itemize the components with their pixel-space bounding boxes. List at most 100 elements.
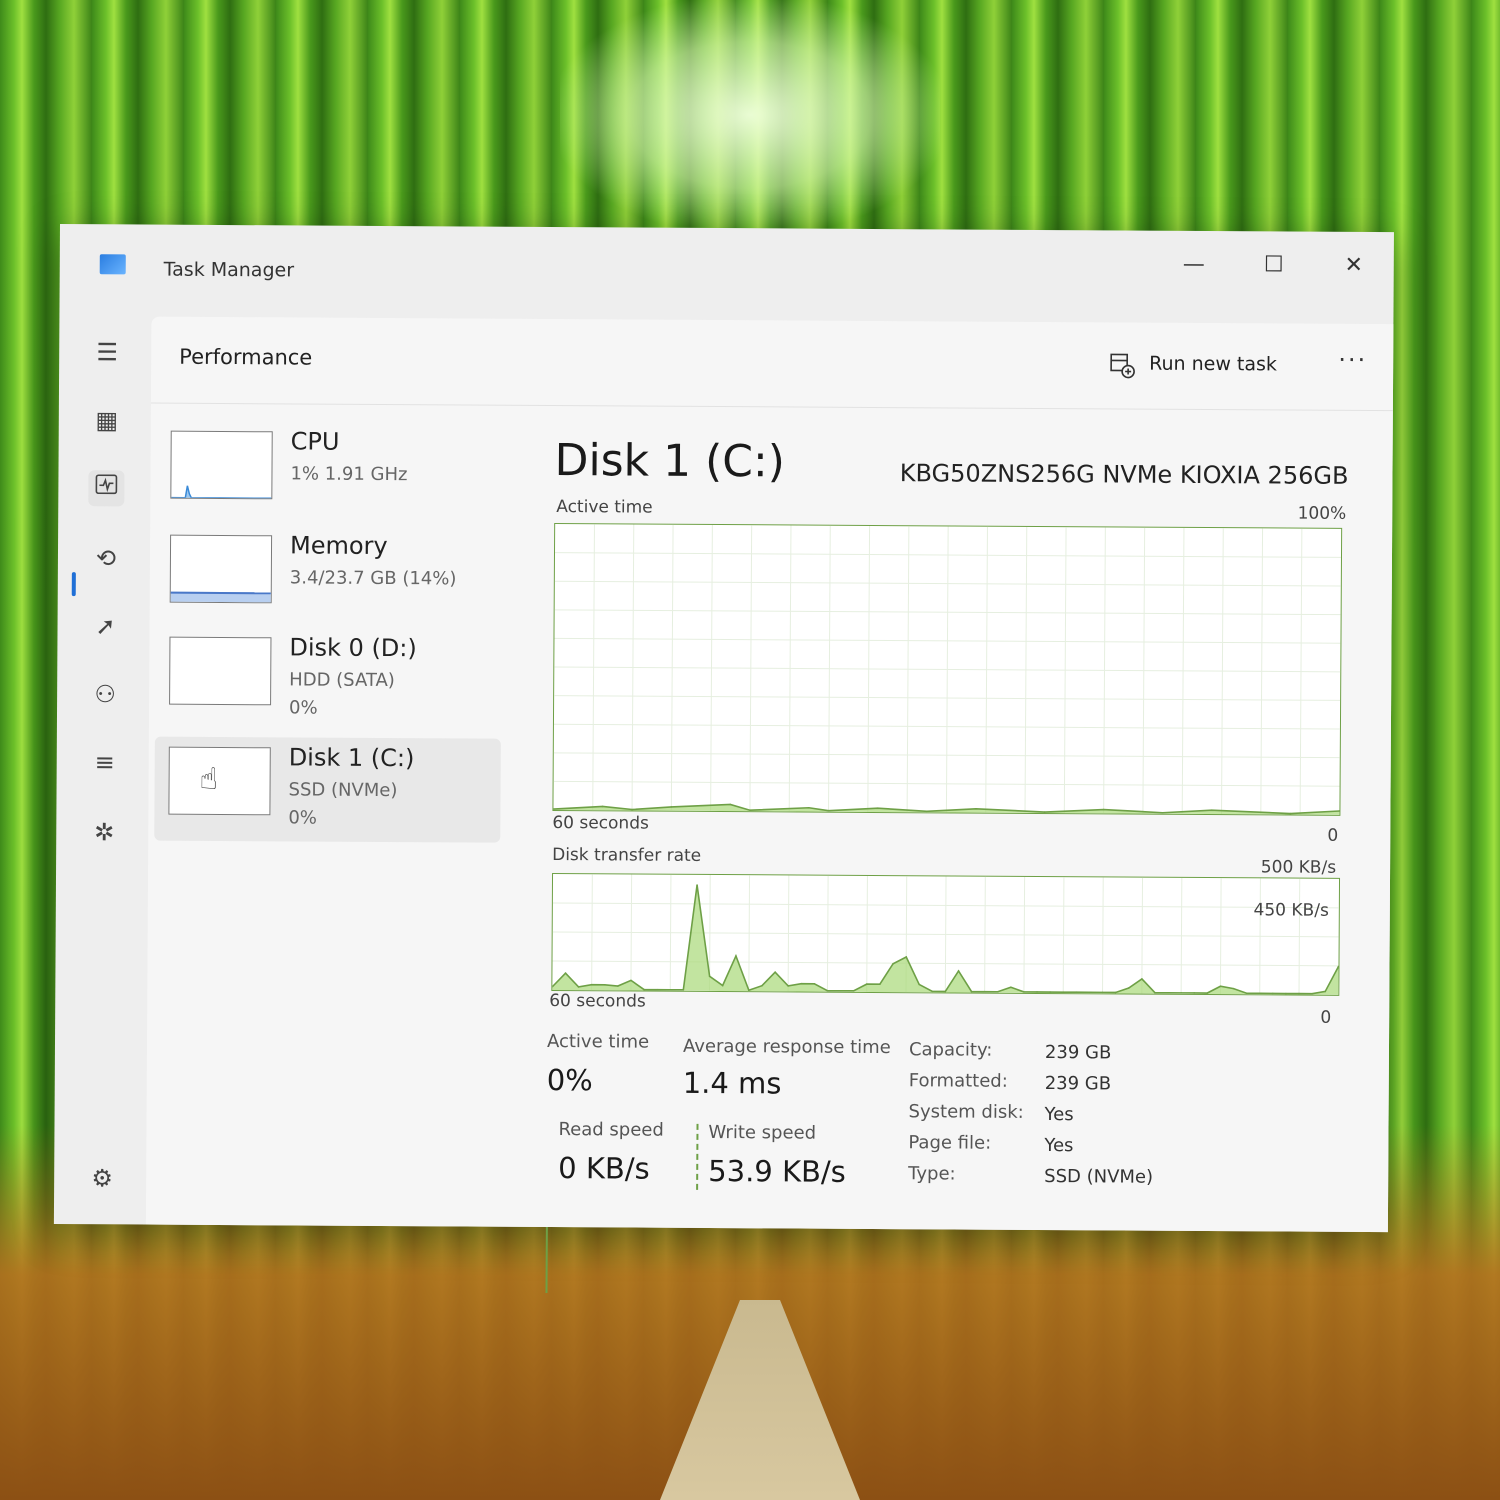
write-speed-label: Write speed (708, 1121, 817, 1144)
transfer-rate-point (1062, 991, 1065, 993)
transfer-rate-point (643, 988, 645, 991)
startup-icon[interactable]: ➚ (87, 608, 123, 644)
background-path (660, 1300, 860, 1500)
transfer-rate-graph-max: 500 KB/s (1260, 857, 1337, 878)
active-time-point (1289, 812, 1292, 815)
transfer-rate-point (826, 989, 829, 992)
transfer-rate-point (1167, 991, 1169, 994)
transfer-rate-point (696, 884, 698, 886)
transfer-rate-point (1023, 991, 1025, 993)
active-time-point (601, 805, 604, 808)
services-icon[interactable]: ✲ (86, 814, 122, 850)
transfer-rate-point (1219, 985, 1222, 988)
transfer-rate-point (800, 982, 803, 985)
type-value: SSD (NVMe) (1044, 1166, 1154, 1188)
transfer-rate-point (590, 983, 593, 986)
active-time-value: 0% (546, 1062, 593, 1098)
device-subtitle: 3.4/23.7 GB (14%) (289, 567, 457, 590)
page-file-value: Yes (1044, 1135, 1074, 1157)
performance-icon[interactable] (88, 470, 125, 507)
users-icon[interactable]: ⚇ (87, 676, 123, 712)
processes-icon[interactable]: ▦ (89, 402, 125, 438)
task-manager-window: Task Manager — ☐ ✕ ☰ ▦ ⟲ ➚ ⚇ ≡ ✲ ⚙ Perfo… (53, 224, 1394, 1293)
transfer-rate-point (1101, 991, 1104, 994)
maximize-button[interactable]: ☐ (1244, 245, 1304, 285)
details-icon[interactable]: ≡ (87, 744, 123, 780)
transfer-rate-graph-label: Disk transfer rate (552, 845, 702, 866)
transfer-rate-point (1298, 992, 1300, 995)
run-new-task-button[interactable]: Run new task (1149, 353, 1277, 376)
app-title: Task Manager (163, 258, 295, 282)
page-file-label: Page file: (908, 1132, 992, 1154)
settings-icon[interactable]: ⚙ (84, 1160, 120, 1196)
transfer-rate-point (1088, 991, 1091, 994)
header-divider (150, 402, 1393, 412)
minimize-button[interactable]: — (1164, 245, 1224, 285)
transfer-rate-point (1180, 992, 1182, 994)
run-task-icon (1109, 352, 1135, 384)
active-time-point (729, 803, 732, 806)
transfer-rate-point (931, 990, 934, 993)
transfer-rate-point (1285, 992, 1287, 995)
transfer-rate-point (735, 955, 737, 957)
write-speed-indicator (696, 1123, 699, 1190)
system-disk-value: Yes (1044, 1104, 1074, 1126)
transfer-rate-point (603, 983, 606, 986)
transfer-rate-point (682, 989, 685, 991)
device-item-disk-0[interactable]: Disk 0 (D:) HDD (SATA) 0% (155, 627, 502, 733)
transfer-rate-point (813, 982, 816, 985)
avg-response-label: Average response time (682, 1035, 891, 1059)
read-speed-label: Read speed (558, 1119, 664, 1141)
read-speed-indicator (545, 1226, 548, 1293)
cpu-thumbnail-graph (170, 430, 273, 500)
active-time-graph-timespan: 60 seconds (552, 813, 649, 834)
page-title: Performance (179, 344, 313, 370)
system-disk-label: System disk: (908, 1101, 1024, 1123)
transfer-rate-point (944, 990, 947, 993)
active-time-point (1338, 810, 1341, 812)
transfer-rate-point (1075, 991, 1078, 994)
transfer-rate-point (669, 988, 672, 991)
active-time-point (876, 807, 879, 809)
transfer-rate-point (1049, 991, 1051, 993)
active-time-point (670, 806, 673, 808)
transfer-rate-point (774, 971, 776, 973)
hamburger-icon[interactable]: ☰ (89, 334, 125, 370)
transfer-rate-point (918, 983, 920, 986)
transfer-rate-point (983, 990, 986, 993)
device-item-cpu[interactable]: CPU 1% 1.91 GHz (156, 421, 503, 527)
device-subtitle: 1% 1.91 GHz (290, 463, 408, 486)
transfer-rate-point (892, 962, 894, 965)
device-item-memory[interactable]: Memory 3.4/23.7 GB (14%) (156, 525, 503, 631)
device-item-disk-1[interactable]: ☝ Disk 1 (C:) SSD (NVMe) 0% (154, 736, 501, 843)
write-speed-value: 53.9 KB/s (708, 1153, 846, 1189)
transfer-rate-point (1324, 990, 1327, 993)
capacity-value: 239 GB (1044, 1042, 1112, 1064)
active-time-point (1102, 808, 1105, 811)
active-time-point (827, 809, 830, 812)
formatted-value: 239 GB (1044, 1073, 1112, 1095)
more-options-button[interactable]: ··· (1338, 346, 1367, 374)
title-bar[interactable]: Task Manager — ☐ ✕ (59, 224, 1394, 322)
disk0-thumbnail-graph (169, 636, 272, 706)
device-name: Memory (289, 531, 388, 561)
transfer-rate-graph-min: 0 (1320, 1007, 1332, 1028)
transfer-rate-point (1232, 987, 1235, 990)
transfer-rate-point (721, 984, 724, 987)
transfer-rate-point (1010, 986, 1012, 989)
active-time-point (925, 810, 928, 813)
device-usage: 0% (288, 697, 318, 719)
transfer-rate-point (761, 984, 763, 987)
close-button[interactable]: ✕ (1324, 246, 1384, 286)
transfer-rate-graph-mark: 450 KB/s (1253, 900, 1329, 921)
app-history-icon[interactable]: ⟲ (88, 540, 124, 576)
transfer-rate-point (1193, 992, 1196, 994)
device-name: Disk 1 (C:) (288, 743, 415, 773)
transfer-rate-point (839, 989, 842, 992)
active-time-point (1210, 809, 1213, 812)
transfer-rate-point (564, 972, 567, 974)
transfer-rate-graph: 450 KB/s (551, 873, 1341, 996)
transfer-rate-point (787, 985, 789, 987)
transfer-rate-point (1258, 992, 1261, 995)
active-time-graph-min: 0 (1327, 825, 1339, 846)
